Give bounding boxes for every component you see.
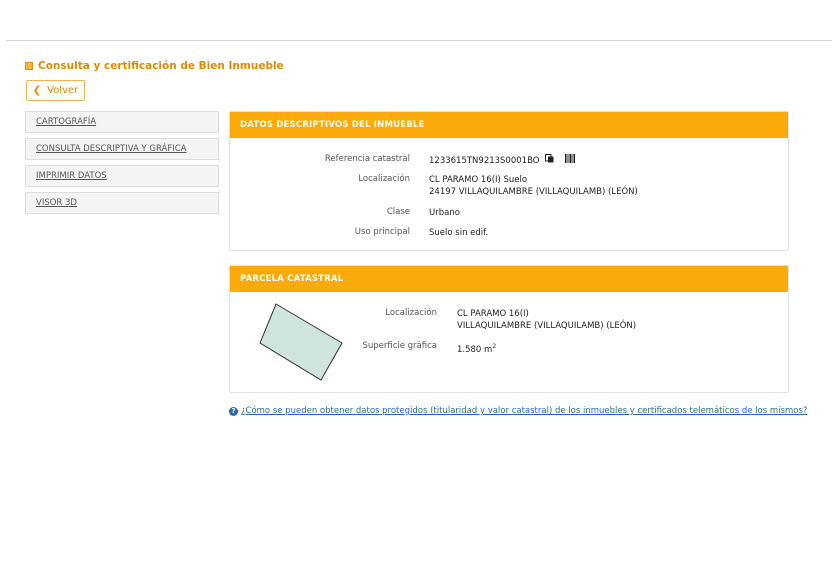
superficie-number: 1.580 m: [457, 344, 493, 355]
clase-label: Clase: [386, 207, 410, 217]
title-square-icon: [25, 62, 33, 70]
uso-principal-value: Suelo sin edif.: [429, 228, 489, 238]
ref-catastral-label: Referencia catastral: [324, 154, 410, 164]
page-title-text: Consulta y certificación de Bien Inmuebl…: [38, 60, 284, 72]
superficie-value: 1.580 m2: [457, 341, 496, 356]
top-divider: [6, 40, 832, 41]
copy-icon[interactable]: [545, 154, 554, 167]
chevron-left-icon: ❮: [32, 85, 42, 96]
sidebar-item-visor-3d[interactable]: VISOR 3D: [25, 192, 219, 214]
parcela-localizacion-line1: CL PARAMO 16(I): [457, 309, 529, 319]
back-button-label: Volver: [47, 85, 79, 96]
localizacion-label: Localización: [358, 174, 410, 184]
sidebar-item-consulta[interactable]: CONSULTA DESCRIPTIVA Y GRÁFICA: [25, 138, 219, 160]
back-button[interactable]: ❮ Volver: [26, 80, 85, 101]
sidebar-item-cartografia[interactable]: CARTOGRAFÍA: [25, 111, 219, 133]
superficie-label: Superficie gráfica: [362, 341, 437, 351]
sidebar: CARTOGRAFÍA CONSULTA DESCRIPTIVA Y GRÁFI…: [25, 111, 219, 219]
parcela-panel-header: PARCELA CATASTRAL: [230, 266, 788, 292]
superficie-unit-exponent: 2: [492, 343, 497, 350]
help-link[interactable]: ? ¿Cómo se pueden obtener datos protegid…: [229, 406, 807, 416]
localizacion-line1: CL PARAMO 16(I) Suelo: [429, 175, 528, 185]
sidebar-item-label: IMPRIMIR DATOS: [36, 171, 107, 181]
sidebar-item-label: VISOR 3D: [36, 198, 77, 208]
question-icon: ?: [229, 406, 238, 416]
parcela-localizacion-line2: VILLAQUILAMBRE (VILLAQUILAMB) (LEÓN): [457, 321, 637, 331]
clase-value: Urbano: [429, 208, 460, 218]
sidebar-item-imprimir[interactable]: IMPRIMIR DATOS: [25, 165, 219, 187]
datos-descriptivos-panel: DATOS DESCRIPTIVOS DEL INMUEBLE Referenc…: [229, 111, 789, 251]
localizacion-line2: 24197 VILLAQUILAMBRE (VILLAQUILAMB) (LEÓ…: [429, 187, 638, 197]
parcela-localizacion-value: CL PARAMO 16(I) VILLAQUILAMBRE (VILLAQUI…: [457, 308, 636, 332]
ref-catastral-value-wrap: 1233615TN9213S0001BO: [429, 154, 575, 167]
uso-principal-label: Uso principal: [354, 227, 410, 237]
sidebar-item-label: CONSULTA DESCRIPTIVA Y GRÁFICA: [36, 144, 187, 154]
parcela-localizacion-label: Localización: [385, 308, 437, 318]
page-title: Consulta y certificación de Bien Inmuebl…: [25, 60, 284, 72]
parcela-catastral-panel: PARCELA CATASTRAL Localización CL PARAMO…: [229, 265, 789, 393]
datos-panel-header: DATOS DESCRIPTIVOS DEL INMUEBLE: [230, 112, 788, 138]
help-link-text: ¿Cómo se pueden obtener datos protegidos…: [241, 406, 808, 416]
barcode-icon[interactable]: [564, 154, 575, 167]
sidebar-item-label: CARTOGRAFÍA: [36, 117, 97, 127]
localizacion-value: CL PARAMO 16(I) Suelo 24197 VILLAQUILAMB…: [429, 174, 638, 198]
ref-catastral-value: 1233615TN9213S0001BO: [429, 156, 540, 166]
